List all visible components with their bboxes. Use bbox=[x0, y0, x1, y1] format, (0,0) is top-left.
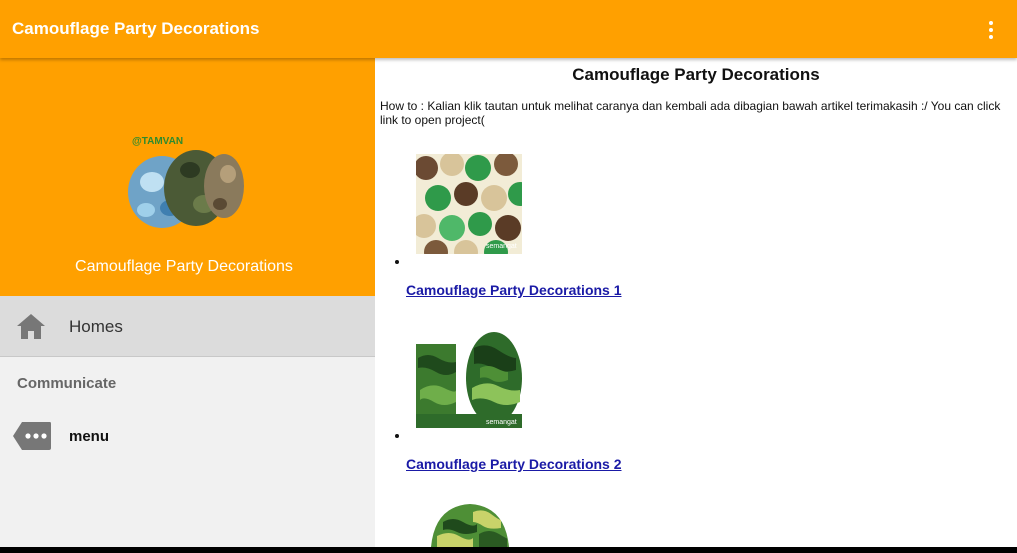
more-vert-icon[interactable] bbox=[981, 18, 1001, 42]
list-bullet bbox=[395, 434, 399, 438]
drawer-header-title: Camouflage Party Decorations bbox=[75, 258, 293, 275]
navigation-drawer: @TAMVAN Camouflage Party Decorations Hom… bbox=[0, 58, 375, 547]
item-link-2[interactable]: Camouflage Party Decorations 2 bbox=[406, 456, 622, 472]
item-image-2[interactable]: semangat bbox=[416, 328, 522, 428]
sidebar-item-menu[interactable]: menu bbox=[0, 410, 375, 460]
app-title: Camouflage Party Decorations bbox=[12, 19, 260, 38]
article-title: Camouflage Party Decorations bbox=[572, 65, 820, 84]
list-bullet bbox=[395, 260, 399, 264]
header-camouflage-image: @TAMVAN bbox=[128, 136, 244, 228]
item-image-3[interactable] bbox=[429, 502, 511, 547]
app-bar: Camouflage Party Decorations bbox=[0, 0, 1017, 58]
sidebar-item-label: menu bbox=[69, 428, 110, 445]
content-webview[interactable]: Camouflage Party Decorations How to : Ka… bbox=[375, 58, 1017, 547]
header-image-watermark: @TAMVAN bbox=[132, 136, 183, 147]
sidebar-item-homes[interactable]: Homes bbox=[0, 296, 375, 357]
item-link-1[interactable]: Camouflage Party Decorations 1 bbox=[406, 282, 622, 298]
system-nav-bar bbox=[0, 547, 1017, 553]
article-intro: How to : Kalian klik tautan untuk meliha… bbox=[380, 99, 1001, 127]
section-label-communicate: Communicate bbox=[17, 375, 117, 392]
item-image-1[interactable]: semangat bbox=[416, 154, 522, 254]
more-tag-icon bbox=[13, 422, 51, 450]
sidebar-item-label: Homes bbox=[69, 317, 123, 336]
item-1-watermark: semangat bbox=[486, 243, 517, 250]
home-icon bbox=[17, 314, 45, 339]
drawer-header: @TAMVAN Camouflage Party Decorations bbox=[0, 58, 375, 296]
item-2-watermark: semangat bbox=[486, 419, 517, 426]
